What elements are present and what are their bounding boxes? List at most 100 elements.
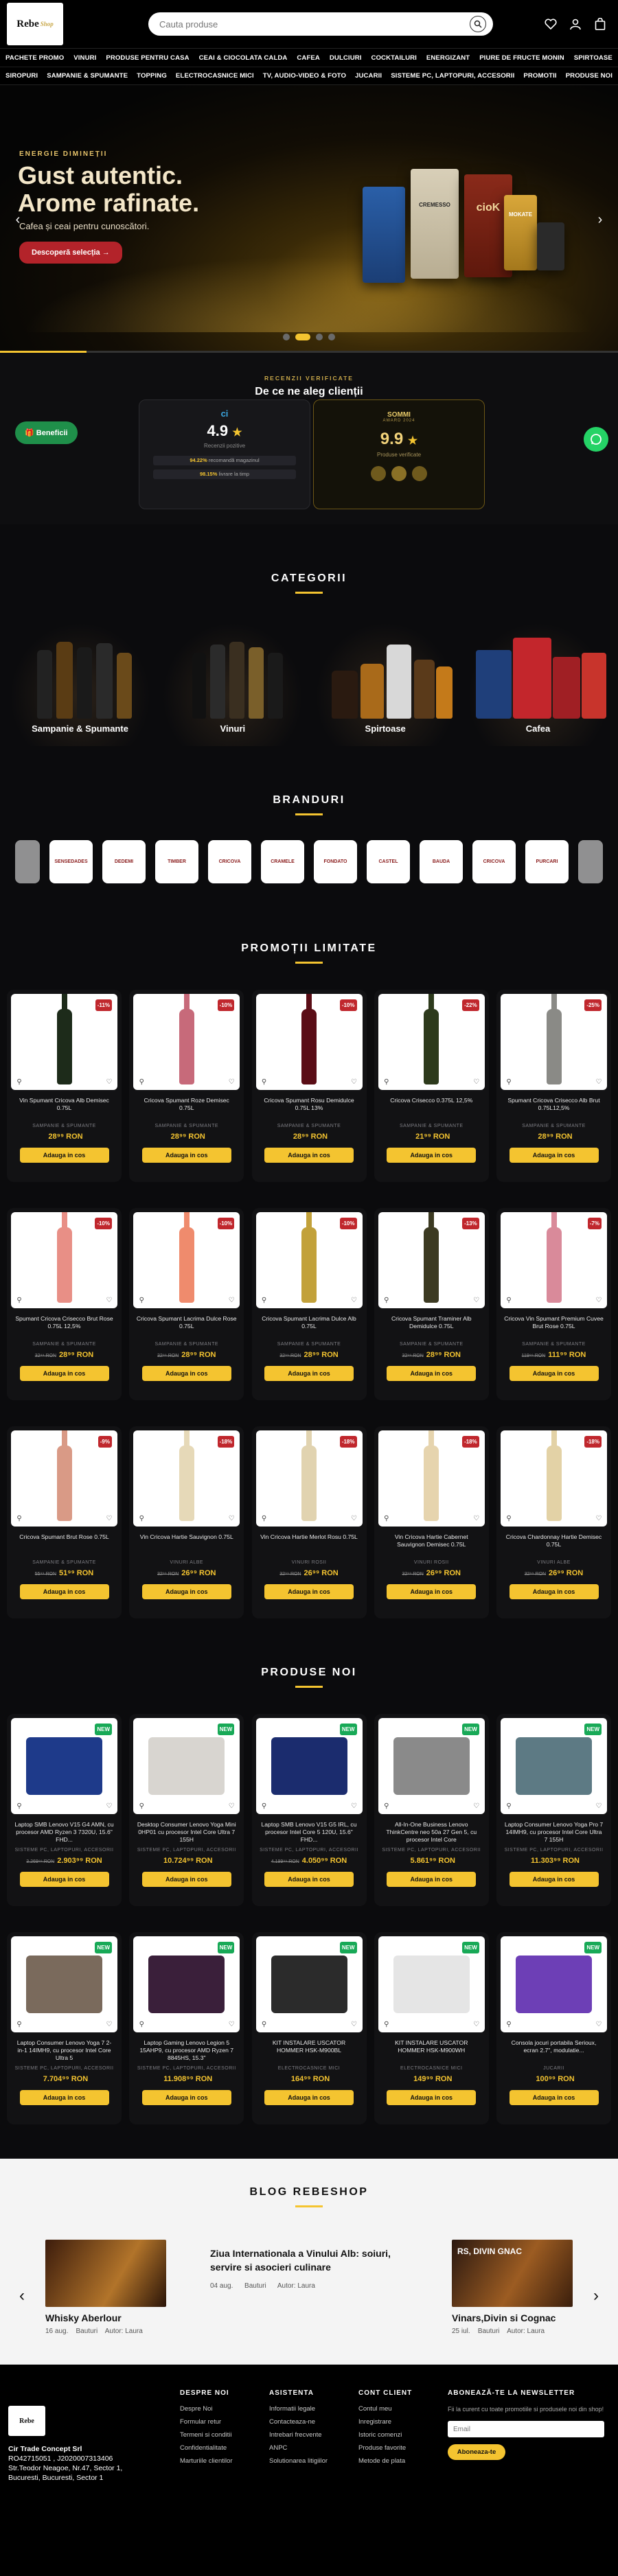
heart-icon[interactable]: ♡ bbox=[472, 2021, 481, 2029]
product-name[interactable]: Consola jocuri portabila Serioux, ecran … bbox=[501, 2039, 607, 2062]
heart-icon[interactable]: ♡ bbox=[105, 2021, 113, 2029]
nav-item-jucarii[interactable]: JUCARII bbox=[355, 72, 382, 80]
nav-item-pachete-promo[interactable]: PACHETE PROMO bbox=[5, 54, 64, 62]
product-image[interactable]: NEW ⚲ ♡ bbox=[378, 1718, 485, 1814]
wishlist-button[interactable] bbox=[544, 17, 558, 31]
nav-item-topping[interactable]: TOPPING bbox=[137, 72, 167, 80]
product-card[interactable]: -22% ⚲ ♡ Cricova Crisecco 0.375L 12,5% SAMPA… bbox=[374, 990, 489, 1182]
product-card[interactable]: -18% ⚲ ♡ Cricova Chardonnay Hartie Demisec … bbox=[496, 1426, 611, 1618]
add-to-cart-button[interactable]: Adauga in cos bbox=[387, 1148, 477, 1163]
heart-icon[interactable]: ♡ bbox=[350, 2021, 358, 2029]
quickview-icon[interactable]: ⚲ bbox=[15, 1297, 23, 1305]
product-name[interactable]: Cricova Chardonnay Hartie Demisec 0.75L bbox=[501, 1533, 607, 1556]
newsletter-email-input[interactable] bbox=[448, 2421, 604, 2437]
nav-item-produse-pentru-casa[interactable]: PRODUSE PENTRU CASA bbox=[106, 54, 189, 62]
heart-icon[interactable]: ♡ bbox=[595, 2021, 603, 2029]
footer-link[interactable]: Formular retur bbox=[180, 2418, 233, 2426]
heart-icon[interactable]: ♡ bbox=[595, 1078, 603, 1087]
hero-dot-1[interactable] bbox=[283, 334, 290, 340]
quickview-icon[interactable]: ⚲ bbox=[505, 1515, 513, 1523]
footer-link[interactable]: Marturiile clientilor bbox=[180, 2457, 233, 2465]
heart-icon[interactable]: ♡ bbox=[595, 1515, 603, 1523]
product-card[interactable]: -10% ⚲ ♡ Spumant Cricova Crisecco Brut Rose… bbox=[7, 1208, 122, 1400]
category-card-sampanie[interactable]: Sampanie & Spumante bbox=[10, 623, 150, 746]
heart-icon[interactable]: ♡ bbox=[350, 1802, 358, 1811]
product-name[interactable]: Vin Cricova Hartie Merlot Rosu 0.75L bbox=[256, 1533, 363, 1556]
quickview-icon[interactable]: ⚲ bbox=[505, 1802, 513, 1811]
add-to-cart-button[interactable]: Adauga in cos bbox=[19, 1148, 109, 1163]
product-card[interactable]: -10% ⚲ ♡ Cricova Spumant Rosu Demidulce 0.7… bbox=[251, 990, 367, 1182]
product-name[interactable]: Cricova Spumant Traminer Alb Demidulce 0… bbox=[378, 1315, 485, 1338]
category-card-vinuri[interactable]: Vinuri bbox=[162, 623, 304, 746]
brand-logo[interactable] bbox=[578, 840, 603, 883]
quickview-icon[interactable]: ⚲ bbox=[15, 2021, 23, 2029]
quickview-icon[interactable]: ⚲ bbox=[505, 1078, 513, 1087]
nav-item-spirtoase[interactable]: SPIRTOASE bbox=[574, 54, 613, 62]
heart-icon[interactable]: ♡ bbox=[472, 1078, 481, 1087]
search-button[interactable] bbox=[470, 16, 486, 32]
product-card[interactable]: NEW ⚲ ♡ Laptop Gaming Lenovo Legion 5 15AHP… bbox=[129, 1932, 244, 2124]
whatsapp-button[interactable] bbox=[584, 427, 608, 452]
product-card[interactable]: NEW ⚲ ♡ KIT INSTALARE USCATOR HOMMER HSK-M9… bbox=[374, 1932, 489, 2124]
heart-icon[interactable]: ♡ bbox=[227, 1078, 236, 1087]
quickview-icon[interactable]: ⚲ bbox=[505, 2021, 513, 2029]
product-name[interactable]: Desktop Consumer Lenovo Yoga Mini 0HP01 … bbox=[133, 1821, 240, 1844]
brand-logo[interactable] bbox=[15, 840, 40, 883]
product-image[interactable]: -25% ⚲ ♡ bbox=[501, 994, 607, 1090]
add-to-cart-button[interactable]: Adauga in cos bbox=[264, 1584, 354, 1599]
product-name[interactable]: All-In-One Business Lenovo ThinkCentre n… bbox=[378, 1821, 485, 1844]
heart-icon[interactable]: ♡ bbox=[350, 1078, 358, 1087]
product-name[interactable]: Laptop Consumer Lenovo Yoga 7 2-in-1 14I… bbox=[11, 2039, 117, 2062]
footer-link[interactable]: ANPC bbox=[269, 2444, 328, 2452]
product-name[interactable]: Cricova Vin Spumant Premium Cuvee Brut R… bbox=[501, 1315, 607, 1338]
nav-item-promotii[interactable]: PROMOTII bbox=[523, 72, 556, 80]
account-button[interactable] bbox=[569, 17, 582, 31]
footer-link[interactable]: Confidentialitate bbox=[180, 2444, 233, 2452]
product-card[interactable]: -13% ⚲ ♡ Cricova Spumant Traminer Alb Demid… bbox=[374, 1208, 489, 1400]
footer-link[interactable]: Inregistrare bbox=[358, 2418, 412, 2426]
quickview-icon[interactable]: ⚲ bbox=[15, 1078, 23, 1087]
heart-icon[interactable]: ♡ bbox=[105, 1078, 113, 1087]
product-card[interactable]: NEW ⚲ ♡ Laptop SMB Lenovo V15 G5 IRL, cu pr… bbox=[251, 1714, 367, 1906]
heart-icon[interactable]: ♡ bbox=[472, 1297, 481, 1305]
product-name[interactable]: Cricova Crisecco 0.375L 12,5% bbox=[378, 1097, 485, 1119]
blog-post-right[interactable]: RS, DIVIN GNAC Vinars,Divin si Cognac 25… bbox=[452, 2240, 573, 2335]
product-image[interactable]: NEW ⚲ ♡ bbox=[501, 1936, 607, 2032]
quickview-icon[interactable]: ⚲ bbox=[260, 1515, 268, 1523]
product-name[interactable]: Vin Cricova Hartie Cabernet Sauvignon De… bbox=[378, 1533, 485, 1556]
product-name[interactable]: Laptop SMB Lenovo V15 G4 AMN, cu proceso… bbox=[11, 1821, 117, 1844]
product-card[interactable]: -18% ⚲ ♡ Vin Cricova Hartie Merlot Rosu 0.7… bbox=[251, 1426, 367, 1618]
brand-logo[interactable]: BAUDA bbox=[420, 840, 463, 883]
footer-link[interactable]: Intrebari frecvente bbox=[269, 2431, 328, 2439]
blog-prev-button[interactable]: ‹ bbox=[14, 2286, 30, 2305]
brand-logo[interactable]: CRAMELE bbox=[261, 840, 304, 883]
product-image[interactable]: NEW ⚲ ♡ bbox=[255, 1936, 363, 2032]
product-image[interactable]: NEW ⚲ ♡ bbox=[133, 1718, 240, 1814]
product-name[interactable]: Laptop Consumer Lenovo Yoga Pro 7 14IMH9… bbox=[501, 1821, 607, 1844]
nav-item-cafea[interactable]: CAFEA bbox=[297, 54, 320, 62]
product-card[interactable]: -25% ⚲ ♡ Spumant Cricova Crisecco Alb Brut … bbox=[496, 990, 611, 1182]
add-to-cart-button[interactable]: Adauga in cos bbox=[509, 1584, 599, 1599]
hero-dot-3[interactable] bbox=[316, 334, 323, 340]
heart-icon[interactable]: ♡ bbox=[105, 1297, 113, 1305]
quickview-icon[interactable]: ⚲ bbox=[137, 1802, 146, 1811]
nav-item-electrocasnice-mici[interactable]: ELECTROCASNICE MICI bbox=[176, 72, 254, 80]
heart-icon[interactable]: ♡ bbox=[227, 1515, 236, 1523]
heart-icon[interactable]: ♡ bbox=[105, 1515, 113, 1523]
product-name[interactable]: Cricova Spumant Lacrima Dulce Alb 0.75L bbox=[256, 1315, 363, 1338]
footer-link[interactable]: Despre Noi bbox=[180, 2405, 233, 2413]
hero-prev-button[interactable]: ‹ bbox=[10, 211, 26, 228]
heart-icon[interactable]: ♡ bbox=[350, 1515, 358, 1523]
nav-item-produse-noi[interactable]: PRODUSE NOI bbox=[566, 72, 613, 80]
newsletter-subscribe-button[interactable]: Aboneaza-te bbox=[448, 2444, 505, 2460]
nav-item-dulciuri[interactable]: DULCIURI bbox=[330, 54, 362, 62]
hero-next-button[interactable]: › bbox=[592, 211, 608, 228]
product-image[interactable]: NEW ⚲ ♡ bbox=[378, 1936, 485, 2032]
heart-icon[interactable]: ♡ bbox=[350, 1297, 358, 1305]
product-name[interactable]: Spumant Cricova Crisecco Brut Rose 0.75L… bbox=[11, 1315, 117, 1338]
add-to-cart-button[interactable]: Adauga in cos bbox=[509, 1872, 599, 1887]
nav-item-siropuri[interactable]: SIROPURI bbox=[5, 72, 38, 80]
add-to-cart-button[interactable]: Adauga in cos bbox=[264, 1366, 354, 1381]
product-image[interactable]: NEW ⚲ ♡ bbox=[11, 1718, 117, 1814]
add-to-cart-button[interactable]: Adauga in cos bbox=[141, 1584, 231, 1599]
